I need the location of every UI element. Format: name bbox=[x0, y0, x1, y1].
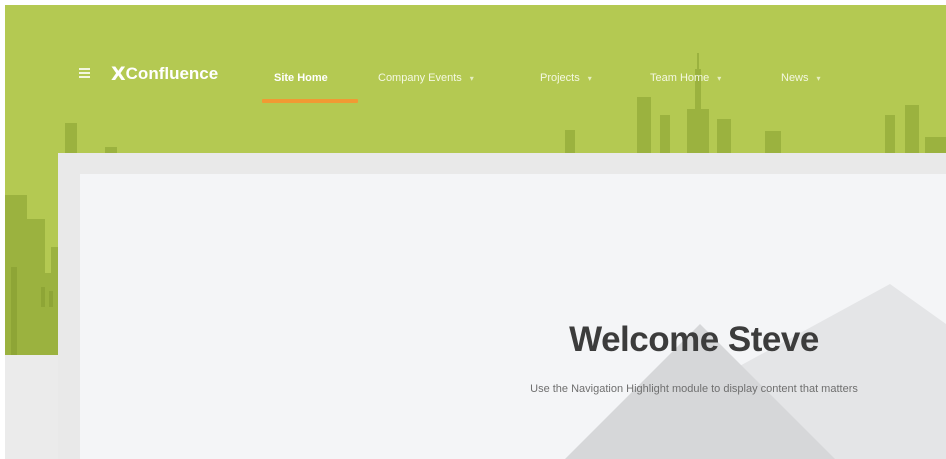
nav-item-label: Company Events bbox=[378, 72, 462, 84]
active-nav-underline bbox=[262, 99, 358, 103]
welcome-subtitle: Use the Navigation Highlight module to d… bbox=[530, 383, 858, 395]
nav-item-site-home[interactable]: Site Home bbox=[274, 72, 328, 84]
chevron-down-icon: ▾ bbox=[816, 73, 821, 83]
nav-item-news[interactable]: News ▾ bbox=[781, 72, 821, 84]
nav-item-team-home[interactable]: Team Home ▾ bbox=[650, 72, 721, 84]
page: X Confluence Site Home Company Events ▾ … bbox=[0, 0, 946, 459]
hamburger-menu-icon[interactable] bbox=[79, 68, 90, 78]
nav-item-label: Projects bbox=[540, 72, 580, 84]
nav-item-company-events[interactable]: Company Events ▾ bbox=[378, 72, 474, 84]
welcome-title: Welcome Steve bbox=[569, 320, 819, 359]
logo-text: Confluence bbox=[125, 64, 219, 83]
top-navigation: X Confluence Site Home Company Events ▾ … bbox=[0, 0, 946, 120]
chevron-down-icon: ▾ bbox=[469, 73, 474, 83]
nav-item-projects[interactable]: Projects ▾ bbox=[540, 72, 592, 84]
welcome-card bbox=[80, 174, 946, 459]
nav-item-label: News bbox=[781, 72, 809, 84]
chevron-down-icon: ▾ bbox=[717, 73, 722, 83]
chevron-down-icon: ▾ bbox=[587, 73, 592, 83]
confluence-logo[interactable]: X Confluence bbox=[111, 63, 219, 85]
nav-item-label: Site Home bbox=[274, 72, 328, 84]
mountain-graphic bbox=[565, 284, 946, 459]
logo-mark-icon: X bbox=[111, 63, 126, 85]
nav-item-label: Team Home bbox=[650, 72, 710, 84]
